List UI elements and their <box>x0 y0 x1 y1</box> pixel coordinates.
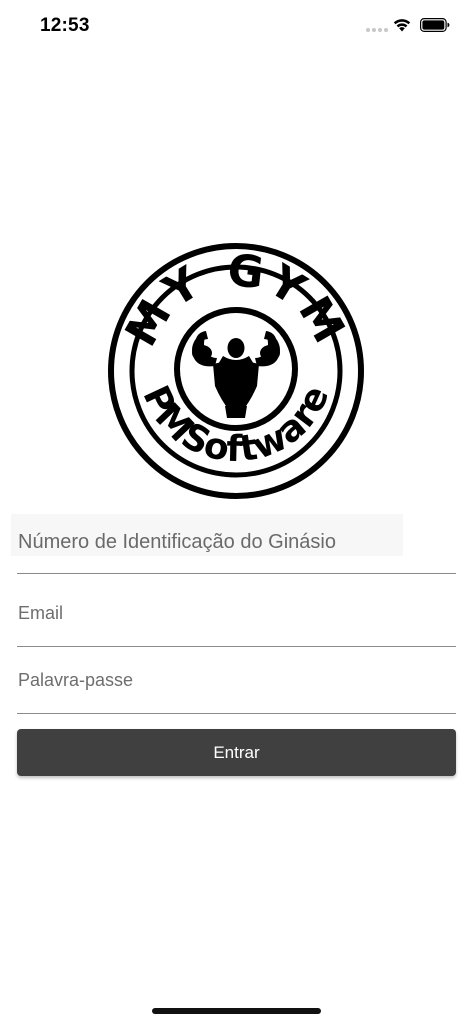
bodybuilder-icon <box>192 331 280 418</box>
home-indicator[interactable] <box>152 1008 321 1014</box>
password-input[interactable] <box>17 660 456 713</box>
password-field <box>17 660 456 714</box>
gym-logo: MY GYM PMSoftware <box>108 243 364 499</box>
wifi-icon <box>393 19 411 32</box>
battery-icon <box>420 18 450 32</box>
login-screen: 12:53 MY GYM PMSoftware Número de Identi… <box>0 0 473 1024</box>
login-button[interactable]: Entrar <box>17 729 456 776</box>
gym-id-field <box>11 512 456 574</box>
email-field <box>17 590 456 647</box>
cellular-signal-icon <box>366 28 388 34</box>
email-input[interactable] <box>17 590 456 646</box>
status-bar: 12:53 <box>0 0 473 54</box>
gym-id-input[interactable] <box>17 512 456 574</box>
status-time: 12:53 <box>40 15 90 36</box>
